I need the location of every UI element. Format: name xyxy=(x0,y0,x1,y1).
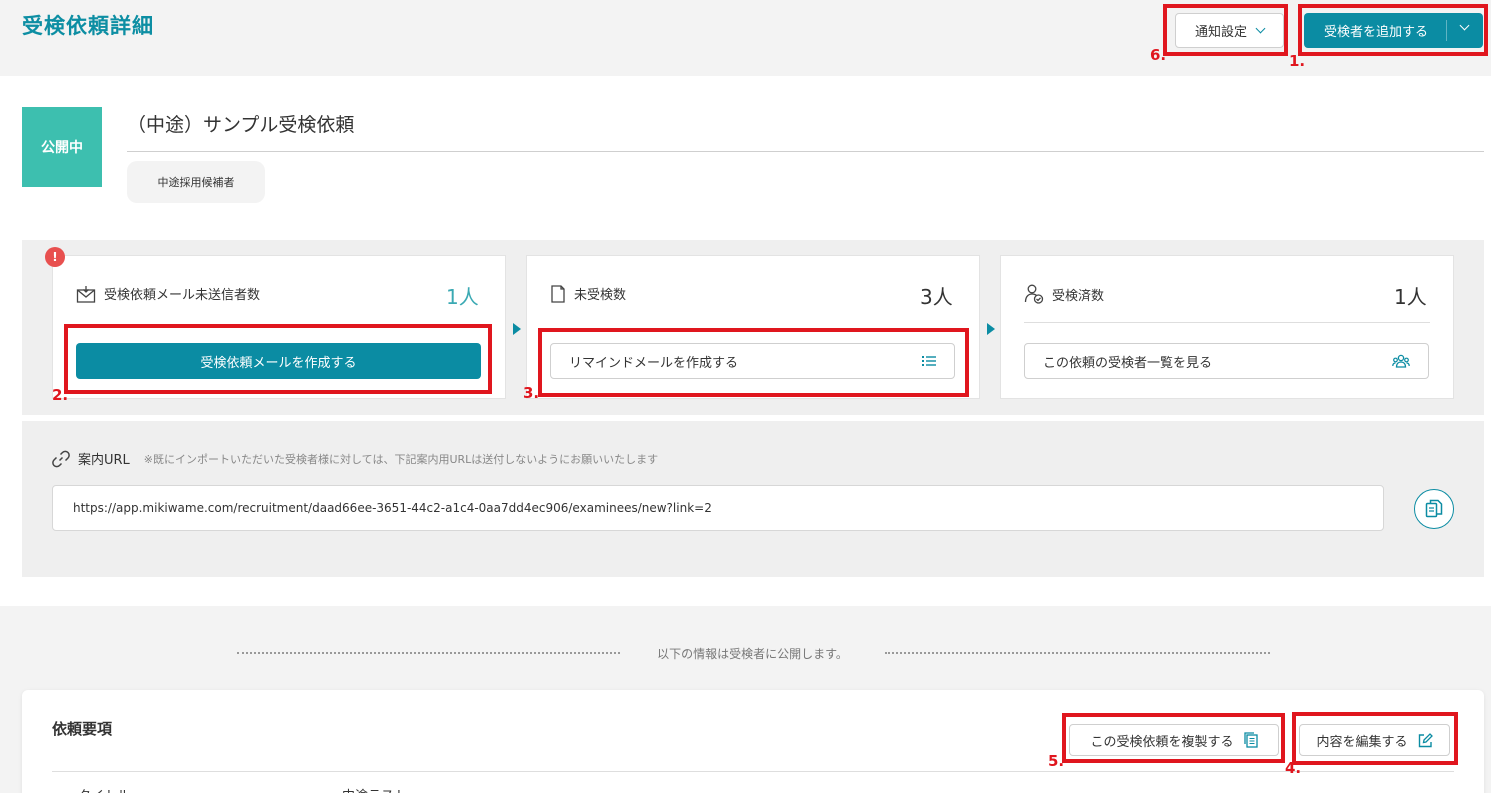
requirement-row-label: タイトル xyxy=(78,785,130,793)
invite-url-label-row: 案内URL ※既にインポートいただいた受検者様に対しては、下記案内用URLは送付… xyxy=(52,449,658,468)
taken-count: 1人 xyxy=(1394,285,1427,309)
annotation-marker-2: 2. xyxy=(52,386,69,404)
copy-icon xyxy=(1425,499,1443,518)
invite-url-note: ※既にインポートいただいた受検者様に対しては、下記案内用URLは送付しないように… xyxy=(143,452,659,466)
annotation-box-2 xyxy=(64,324,492,394)
not-taken-label: 未受検数 xyxy=(574,288,627,303)
invite-url-field[interactable]: https://app.mikiwame.com/recruitment/daa… xyxy=(52,485,1384,531)
annotation-box-3 xyxy=(538,328,969,397)
arrow-right-icon xyxy=(987,323,995,335)
request-title: （中途）サンプル受検依頼 xyxy=(127,114,355,136)
not-taken-card-header: 未受検数 xyxy=(550,284,626,303)
mail-icon xyxy=(76,285,96,303)
annotation-box-4 xyxy=(1292,712,1458,765)
taken-card-header: 受検済数 xyxy=(1024,284,1104,304)
category-tag: 中途採用候補者 xyxy=(127,161,265,203)
document-icon xyxy=(551,284,565,303)
annotation-box-1 xyxy=(1298,4,1488,56)
unsent-card-header: 受検依頼メール未送信者数 xyxy=(76,284,260,303)
divider xyxy=(1024,322,1430,323)
requirement-row-value: 中途テスト xyxy=(342,785,407,793)
page-title: 受検依頼詳細 xyxy=(22,14,154,38)
taken-label: 受検済数 xyxy=(1052,288,1105,304)
divider xyxy=(52,771,1454,772)
annotation-marker-5: 5. xyxy=(1048,752,1065,770)
annotation-marker-4: 4. xyxy=(1285,759,1302,777)
view-examinees-button[interactable]: この依頼の受検者一覧を見る xyxy=(1024,343,1429,379)
not-taken-count: 3人 xyxy=(920,285,953,309)
arrow-right-icon xyxy=(513,323,521,335)
invite-url-label: 案内URL xyxy=(78,453,130,468)
status-badge: 公開中 xyxy=(22,107,102,187)
unsent-label: 受検依頼メール未送信者数 xyxy=(104,288,261,303)
divider xyxy=(127,151,1484,152)
public-note: 以下の情報は受検者に公開します。 xyxy=(657,647,848,661)
requirements-heading: 依頼要項 xyxy=(52,720,113,738)
user-check-icon xyxy=(1024,284,1044,304)
annotation-box-6 xyxy=(1163,4,1288,56)
annotation-marker-6: 6. xyxy=(1150,46,1167,64)
dotted-divider xyxy=(237,652,620,654)
annotation-marker-1: 1. xyxy=(1289,52,1306,70)
link-icon xyxy=(52,450,70,467)
alert-icon: ! xyxy=(45,247,65,267)
annotation-marker-3: 3. xyxy=(523,384,540,402)
copy-url-button[interactable] xyxy=(1414,489,1454,529)
unsent-count: 1人 xyxy=(446,285,479,309)
view-examinees-label: この依頼の受検者一覧を見る xyxy=(1043,355,1213,371)
dotted-divider xyxy=(885,652,1270,654)
users-icon xyxy=(1392,354,1410,368)
annotation-box-5 xyxy=(1062,713,1285,763)
